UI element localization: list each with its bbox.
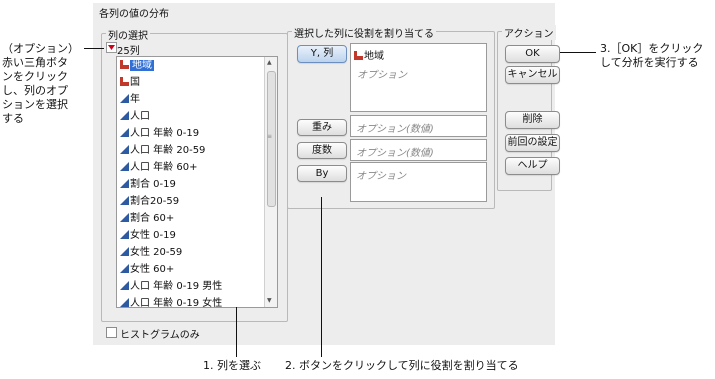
continuous-icon [120, 263, 129, 273]
scroll-up-icon[interactable]: ▲ [267, 59, 272, 66]
weight-button[interactable]: 重み [297, 119, 347, 136]
continuous-icon [120, 297, 129, 307]
ok-callout: 3.［OK］をクリック して分析を実行する [600, 42, 703, 70]
y-assigned-item[interactable]: 地域 [354, 47, 384, 62]
histogram-only-label: ヒストグラムのみ [120, 330, 200, 341]
by-button[interactable]: By [297, 165, 347, 182]
help-button[interactable]: ヘルプ [505, 157, 560, 175]
left-callout-line: 赤い三角ボタ [2, 56, 68, 69]
freq-button[interactable]: 度数 [297, 142, 347, 159]
dialog-title: 各列の値の分布 [99, 9, 169, 20]
y-column-button[interactable]: Y, 列 [297, 45, 347, 63]
step1-label: 1. 列を選ぶ [203, 359, 261, 372]
list-item-label: 割合20-59 [130, 196, 180, 207]
column-count: 25列 [117, 46, 140, 57]
list-item[interactable]: 国 [117, 74, 277, 91]
list-item-label: 女性 20-59 [130, 247, 183, 258]
step2-connector [321, 197, 322, 357]
left-callout-connector [84, 48, 104, 49]
ok-button[interactable]: OK [505, 45, 560, 63]
list-item[interactable]: 女性 0-19 [117, 227, 277, 244]
list-item-label: 国 [130, 77, 140, 88]
list-item[interactable]: 女性 60+ [117, 261, 277, 278]
left-callout: （オプション） 赤い三角ボタ ンをクリック し、列のオプ ションを選択 する [2, 42, 79, 126]
list-item-label: 人口 年齢 0-19 男性 [130, 281, 223, 292]
continuous-icon [120, 161, 129, 171]
list-item[interactable]: 地域 [117, 57, 277, 74]
cancel-button[interactable]: キャンセル [505, 66, 560, 84]
column-list[interactable]: 地域国年人口人口 年齢 0-19 人口 年齢 20-59 人口 年齢 60+ 割合 0… [116, 56, 278, 308]
recall-button[interactable]: 前回の設定 [505, 134, 560, 152]
continuous-icon [120, 212, 129, 222]
list-item-label: 人口 年齢 0-19 [130, 128, 200, 139]
list-item-label: 割合 0-19 [130, 179, 176, 190]
red-triangle-icon [108, 45, 115, 50]
left-callout-line: し、列のオプ [2, 84, 68, 97]
actions-label: アクション [502, 25, 556, 40]
nominal-icon [120, 76, 129, 86]
list-item-label: 女性 60+ [130, 264, 175, 275]
list-item[interactable]: 割合 0-19 [117, 176, 277, 193]
list-item-label: 女性 0-19 [130, 230, 176, 241]
list-item[interactable]: 割合20-59 [117, 193, 277, 210]
nominal-icon [354, 50, 363, 60]
by-role-box[interactable]: オプション [350, 162, 487, 202]
list-item[interactable]: 人口 年齢 0-19 [117, 125, 277, 142]
by-placeholder: オプション [356, 171, 406, 182]
nominal-icon [120, 59, 129, 69]
list-item-label: 割合 60+ [130, 213, 175, 224]
freq-role-box[interactable]: オプション(数値) [350, 139, 487, 161]
step2-label: 2. ボタンをクリックして列に役割を割り当てる [285, 359, 519, 372]
list-item-label: 人口 年齢 0-19 女性 [130, 298, 223, 308]
continuous-icon [120, 280, 129, 290]
list-item-label: 人口 年齢 60+ [130, 162, 198, 173]
scroll-grip-icon: ≡ [267, 133, 273, 140]
column-select-label: 列の選択 [106, 27, 150, 42]
continuous-icon [120, 195, 129, 205]
left-callout-line: する [2, 112, 24, 125]
weight-role-box[interactable]: オプション(数値) [350, 115, 487, 137]
y-placeholder: オプション [357, 70, 407, 81]
step1-connector [236, 307, 237, 357]
continuous-icon [120, 178, 129, 188]
list-item-label: 人口 年齢 20-59 [130, 145, 206, 156]
list-item[interactable]: 人口 年齢 0-19 女性 [117, 295, 277, 308]
continuous-icon [120, 246, 129, 256]
continuous-icon [120, 93, 129, 103]
continuous-icon [120, 127, 129, 137]
list-item[interactable]: 年 [117, 91, 277, 108]
weight-placeholder: オプション(数値) [356, 124, 434, 135]
y-role-box[interactable]: 地域 オプション [350, 43, 487, 112]
left-callout-line: ンをクリック [2, 70, 68, 83]
remove-button[interactable]: 削除 [505, 111, 560, 129]
list-item-label: 人口 [130, 111, 150, 122]
list-item[interactable]: 割合 60+ [117, 210, 277, 227]
ok-callout-line: 3.［OK］をクリック [600, 42, 704, 55]
continuous-icon [120, 229, 129, 239]
list-item-label: 地域 [130, 60, 154, 71]
continuous-icon [120, 110, 129, 120]
y-assigned-label: 地域 [364, 51, 384, 62]
scroll-down-icon[interactable]: ▼ [267, 297, 272, 304]
list-item-label: 年 [130, 94, 140, 105]
freq-placeholder: オプション(数値) [356, 148, 434, 159]
roles-label: 選択した列に役割を割り当てる [292, 25, 436, 40]
ok-callout-line: して分析を実行する [600, 56, 699, 69]
list-scrollbar[interactable]: ▲ ≡ ▼ [264, 57, 277, 307]
list-item[interactable]: 人口 年齢 0-19 男性 [117, 278, 277, 295]
list-item[interactable]: 人口 年齢 20-59 [117, 142, 277, 159]
left-callout-line: （オプション） [2, 42, 79, 55]
ok-callout-connector [560, 52, 596, 53]
continuous-icon [120, 144, 129, 154]
list-item[interactable]: 人口 [117, 108, 277, 125]
histogram-only-checkbox[interactable] [106, 327, 117, 338]
red-triangle-button[interactable] [106, 42, 117, 53]
list-item[interactable]: 人口 年齢 60+ [117, 159, 277, 176]
list-item[interactable]: 女性 20-59 [117, 244, 277, 261]
left-callout-line: ションを選択 [2, 98, 68, 111]
